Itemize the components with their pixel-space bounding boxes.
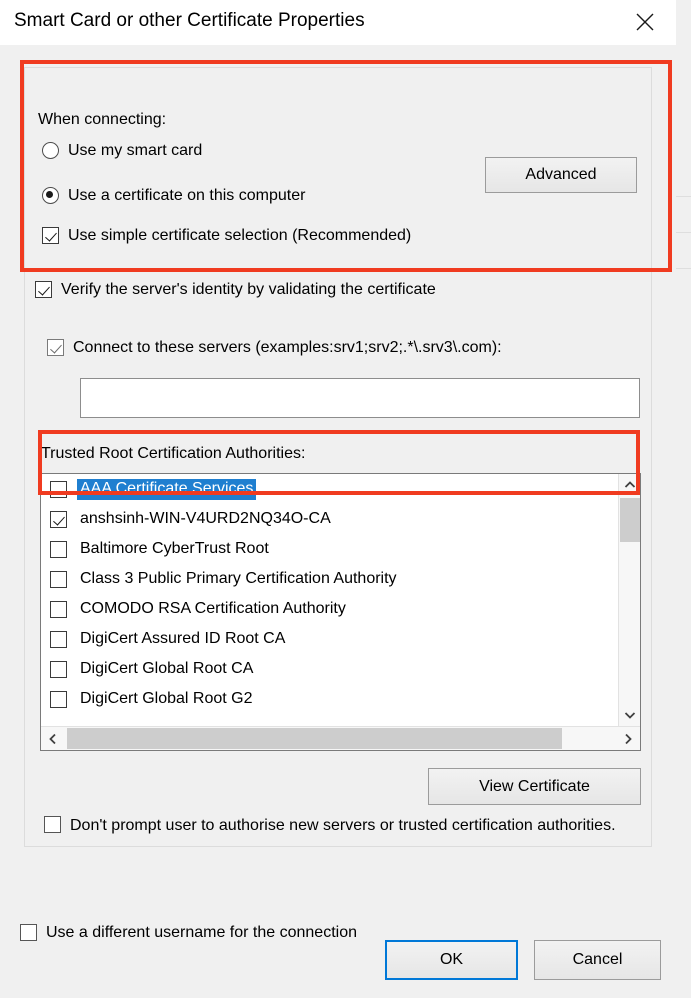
chevron-up-icon[interactable] xyxy=(619,474,640,496)
checkbox-indicator[interactable] xyxy=(50,691,67,708)
list-item[interactable]: COMODO RSA Certification Authority xyxy=(41,594,619,624)
ok-button[interactable]: OK xyxy=(385,940,518,980)
list-item-label: DigiCert Global Root G2 xyxy=(80,689,253,707)
checkbox-verify-server-identity[interactable]: Verify the server's identity by validati… xyxy=(35,280,436,300)
checkbox-use-different-username[interactable]: Use a different username for the connect… xyxy=(20,923,357,943)
checkbox-indicator[interactable] xyxy=(50,541,67,558)
chevron-right-icon[interactable] xyxy=(616,727,640,750)
background-window-sliver xyxy=(675,0,691,998)
checkbox-indicator[interactable] xyxy=(50,571,67,588)
checkbox-indicator[interactable] xyxy=(35,281,52,298)
checkbox-indicator[interactable] xyxy=(50,511,67,528)
list-item[interactable]: Baltimore CyberTrust Root xyxy=(41,534,619,564)
listbox-vertical-scrollbar[interactable] xyxy=(618,474,640,726)
list-item[interactable]: DigiCert Global Root CA xyxy=(41,654,619,684)
trusted-roots-label: Trusted Root Certification Authorities: xyxy=(41,445,306,462)
horizontal-scrollbar-thumb[interactable] xyxy=(67,728,562,749)
list-item-label: DigiCert Global Root CA xyxy=(80,659,254,677)
list-item-label: anshsinh-WIN-V4URD2NQ34O-CA xyxy=(80,509,331,527)
checkbox-indicator[interactable] xyxy=(50,601,67,618)
trusted-roots-list: AAA Certificate Services anshsinh-WIN-V4U… xyxy=(41,474,619,726)
vertical-scrollbar-thumb[interactable] xyxy=(620,498,640,542)
checkbox-indicator[interactable] xyxy=(42,227,59,244)
list-item-label: Baltimore CyberTrust Root xyxy=(80,539,269,557)
advanced-button[interactable]: Advanced xyxy=(485,157,637,193)
checkbox-indicator[interactable] xyxy=(50,661,67,678)
checkbox-simple-certificate-selection[interactable]: Use simple certificate selection (Recomm… xyxy=(42,226,411,246)
list-item[interactable]: DigiCert Assured ID Root CA xyxy=(41,624,619,654)
checkbox-connect-to-these-servers[interactable]: Connect to these servers (examples:srv1;… xyxy=(47,338,502,358)
listbox-horizontal-scrollbar[interactable] xyxy=(41,726,640,750)
checkbox-dont-prompt-user[interactable]: Don't prompt user to authorise new serve… xyxy=(44,815,634,837)
list-item-label: Class 3 Public Primary Certification Aut… xyxy=(80,569,397,587)
window-title: Smart Card or other Certificate Properti… xyxy=(14,10,365,31)
list-item-label: AAA Certificate Services xyxy=(77,478,257,500)
radio-label: Use a certificate on this computer xyxy=(68,187,306,204)
chevron-down-icon[interactable] xyxy=(619,704,640,726)
cancel-button[interactable]: Cancel xyxy=(534,940,661,980)
certificate-properties-dialog: Smart Card or other Certificate Properti… xyxy=(0,0,676,998)
list-item[interactable]: AAA Certificate Services xyxy=(41,474,619,504)
trusted-roots-listbox[interactable]: AAA Certificate Services anshsinh-WIN-V4U… xyxy=(40,473,641,751)
checkbox-indicator[interactable] xyxy=(20,924,37,941)
servers-input[interactable] xyxy=(80,378,640,418)
checkbox-label: Connect to these servers (examples:srv1;… xyxy=(73,339,502,356)
checkbox-indicator[interactable] xyxy=(47,339,64,356)
radio-label: Use my smart card xyxy=(68,142,203,159)
checkbox-indicator[interactable] xyxy=(44,816,61,833)
radio-use-smart-card[interactable]: Use my smart card xyxy=(42,141,202,161)
when-connecting-legend: When connecting: xyxy=(36,111,172,129)
list-item[interactable]: DigiCert Global Root G2 xyxy=(41,684,619,714)
close-icon[interactable] xyxy=(622,2,668,42)
radio-use-certificate-on-computer[interactable]: Use a certificate on this computer xyxy=(42,186,305,206)
list-item[interactable]: Class 3 Public Primary Certification Aut… xyxy=(41,564,619,594)
checkbox-label: Don't prompt user to authorise new serve… xyxy=(70,817,616,834)
checkbox-label: Verify the server's identity by validati… xyxy=(61,281,436,298)
chevron-left-icon[interactable] xyxy=(41,727,65,750)
list-item[interactable]: anshsinh-WIN-V4URD2NQ34O-CA xyxy=(41,504,619,534)
radio-indicator[interactable] xyxy=(42,142,59,159)
radio-indicator[interactable] xyxy=(42,187,59,204)
list-item-label: COMODO RSA Certification Authority xyxy=(80,599,346,617)
checkbox-indicator[interactable] xyxy=(50,631,67,648)
checkbox-label: Use simple certificate selection (Recomm… xyxy=(68,227,412,244)
view-certificate-button[interactable]: View Certificate xyxy=(428,768,641,805)
checkbox-label: Use a different username for the connect… xyxy=(46,924,357,941)
dialog-body: When connecting: Use my smart card Use a… xyxy=(0,45,676,998)
list-item-label: DigiCert Assured ID Root CA xyxy=(80,629,286,647)
title-bar: Smart Card or other Certificate Properti… xyxy=(0,0,676,45)
checkbox-indicator[interactable] xyxy=(50,481,67,498)
